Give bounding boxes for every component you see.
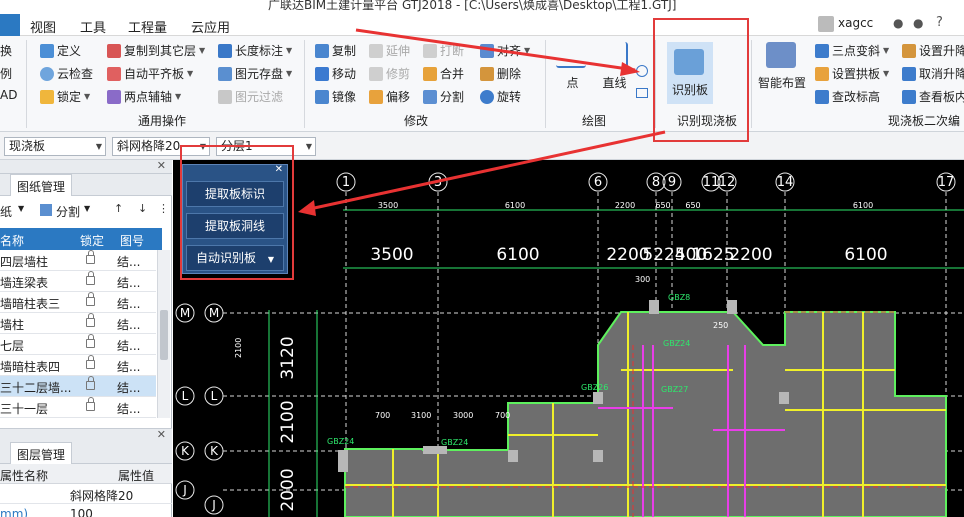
arrow-line [304,130,666,212]
annotation-arrows [298,28,666,216]
arrow-head [298,200,316,216]
arrow-head [620,62,640,76]
app-window: 广联达BIM土建计量平台 GTJ2018 - [C:\Users\焕成喜\Des… [0,0,964,517]
arrow-line [355,28,636,72]
